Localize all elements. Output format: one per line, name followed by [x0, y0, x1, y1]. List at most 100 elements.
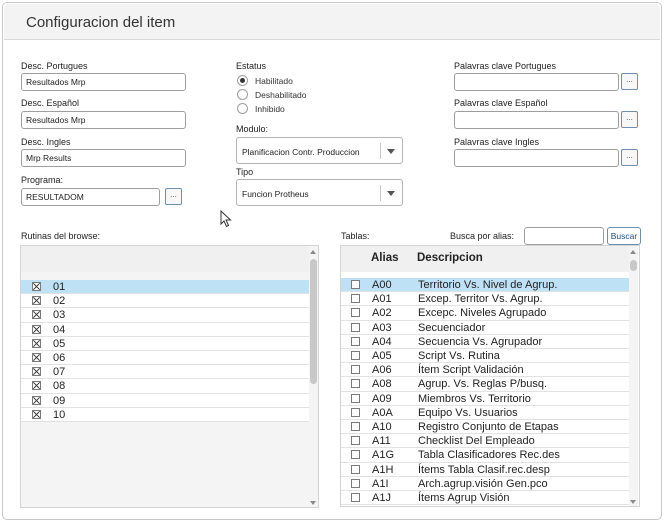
row-checkbox[interactable] [351, 365, 360, 375]
palavras-ingles-input[interactable] [454, 149, 619, 167]
row-checkbox[interactable] [32, 282, 41, 291]
tipo-select[interactable]: Funcion Protheus [236, 179, 403, 206]
row-checkbox[interactable] [351, 393, 360, 403]
row-checkbox[interactable] [351, 478, 360, 488]
rutinas-grid-header [21, 246, 309, 272]
table-row[interactable]: A01 Excep. Territor Vs. Agrup. [341, 292, 629, 307]
tablas-scrollbar[interactable] [629, 246, 638, 506]
table-row[interactable]: A09 Miembros Vs. Territorio [341, 391, 629, 406]
descripcion-cell: Script Vs. Rutina [418, 350, 500, 362]
scroll-down-icon[interactable] [630, 500, 636, 504]
table-row[interactable]: 04 [21, 322, 309, 337]
row-checkbox[interactable] [32, 381, 41, 391]
programa-lookup-button[interactable]: ... [165, 188, 182, 205]
palavras-portugues-lookup-button[interactable]: ... [621, 73, 638, 90]
alias-cell: A1I [372, 477, 389, 490]
tipo-label: Tipo [236, 167, 254, 177]
table-row[interactable]: 06 [21, 351, 309, 366]
row-checkbox[interactable] [351, 493, 360, 502]
table-row[interactable]: A06 Ítem Script Validación [341, 363, 629, 378]
alias-cell: A1J [372, 492, 391, 504]
desc-ingles-label: Desc. Ingles [21, 137, 71, 147]
row-checkbox[interactable] [32, 324, 41, 334]
estatus-deshabilitado-radio[interactable] [237, 89, 248, 100]
row-checkbox[interactable] [351, 464, 360, 474]
row-checkbox[interactable] [32, 338, 41, 348]
palavras-espanol-input[interactable] [454, 111, 619, 129]
row-checkbox[interactable] [351, 407, 360, 417]
table-row[interactable]: A1J Ítems Agrup Visión [341, 491, 629, 506]
alias-cell: A00 [372, 279, 392, 291]
table-row[interactable]: A11 Checklist Del Empleado [341, 434, 629, 449]
table-row[interactable]: A1I Arch.agrup.visión Gen.pco [341, 476, 629, 491]
estatus-habilitado-radio[interactable] [237, 75, 248, 86]
row-checkbox[interactable] [351, 322, 360, 332]
descripcion-cell: Equipo Vs. Usuarios [418, 406, 518, 419]
modulo-select[interactable]: Planificacion Contr. Produccion [236, 137, 403, 164]
row-checkbox[interactable] [351, 308, 360, 318]
window-title: Configuracion del item [26, 14, 176, 31]
table-row[interactable]: A1H Ítems Tabla Clasif.rec.desp [341, 462, 629, 477]
row-checkbox[interactable] [351, 436, 360, 446]
row-checkbox[interactable] [32, 409, 41, 419]
row-checkbox[interactable] [351, 351, 360, 360]
row-checkbox[interactable] [32, 353, 41, 362]
rutinas-scrollbar[interactable] [309, 246, 318, 507]
tablas-scroll-thumb[interactable] [630, 260, 637, 271]
row-checkbox[interactable] [351, 379, 360, 389]
scroll-down-icon[interactable] [310, 501, 316, 505]
row-checkbox[interactable] [351, 422, 360, 431]
estatus-label: Estatus [236, 61, 267, 71]
table-row[interactable]: A08 Agrup. Vs. Reglas P/busq. [341, 377, 629, 392]
table-row[interactable]: 05 [21, 336, 309, 351]
descripcion-cell: Ítems Tabla Clasif.rec.desp [418, 463, 550, 476]
table-row[interactable]: A0A Equipo Vs. Usuarios [341, 405, 629, 420]
rutinas-grid[interactable]: 01 02 03 04 05 06 07 08 09 10 [20, 245, 319, 508]
desc-espanol-input[interactable]: Resultados Mrp [21, 111, 186, 129]
tipo-select-divider [380, 185, 381, 201]
table-row[interactable]: 09 [21, 393, 309, 408]
row-checkbox[interactable] [32, 367, 41, 377]
table-row[interactable]: A00 Territorio Vs. Nivel de Agrup. [341, 278, 629, 293]
palavras-ingles-lookup-button[interactable]: ... [621, 149, 638, 166]
row-checkbox[interactable] [351, 336, 360, 346]
table-row[interactable]: A1G Tabla Clasificadores Rec.des [341, 448, 629, 463]
rutina-value: 02 [53, 295, 66, 308]
scroll-up-icon[interactable] [310, 250, 316, 254]
row-checkbox[interactable] [32, 310, 41, 320]
table-row[interactable]: 10 [21, 407, 309, 422]
table-row[interactable]: 08 [21, 379, 309, 394]
palavras-ingles-label: Palavras clave Ingles [454, 137, 540, 147]
palavras-portugues-input[interactable] [454, 73, 619, 91]
column-header-alias[interactable]: Alias [371, 252, 399, 264]
descripcion-cell: Excep. Territor Vs. Agrup. [418, 293, 543, 306]
tablas-grid[interactable]: Alias Descripcion A00 Territorio Vs. Nive… [340, 245, 640, 507]
row-checkbox[interactable] [351, 450, 360, 460]
row-checkbox[interactable] [32, 395, 41, 405]
table-row[interactable]: 01 [21, 280, 309, 295]
row-checkbox[interactable] [32, 296, 41, 306]
buscar-button[interactable]: Buscar [607, 227, 641, 245]
busca-alias-input[interactable] [524, 227, 604, 245]
table-row[interactable]: A05 Script Vs. Rutina [341, 349, 629, 364]
desc-portugues-input[interactable]: Resultados Mrp [21, 73, 186, 91]
rutina-value: 10 [53, 408, 66, 421]
desc-ingles-input[interactable]: Mrp Results [21, 149, 186, 167]
table-row[interactable]: 07 [21, 365, 309, 380]
column-header-descripcion[interactable]: Descripcion [417, 252, 483, 264]
table-row[interactable]: A10 Registro Conjunto de Etapas [341, 420, 629, 435]
alias-cell: A10 [372, 421, 392, 433]
row-checkbox[interactable] [351, 280, 360, 289]
table-row[interactable]: A03 Secuenciador [341, 320, 629, 335]
row-checkbox[interactable] [351, 294, 360, 304]
scroll-up-icon[interactable] [630, 250, 636, 254]
estatus-inhibido-radio[interactable] [237, 103, 248, 114]
table-row[interactable]: A02 Excepc. Niveles Agrupado [341, 306, 629, 321]
table-row[interactable]: A04 Secuencia Vs. Agrupador [341, 334, 629, 349]
rutinas-scroll-thumb[interactable] [310, 259, 317, 384]
palavras-espanol-lookup-button[interactable]: ... [621, 111, 638, 128]
estatus-deshabilitado-label: Deshabilitado [255, 90, 307, 100]
table-row[interactable]: 03 [21, 308, 309, 323]
table-row[interactable]: 02 [21, 294, 309, 309]
programa-input[interactable]: RESULTADOM [21, 188, 160, 206]
